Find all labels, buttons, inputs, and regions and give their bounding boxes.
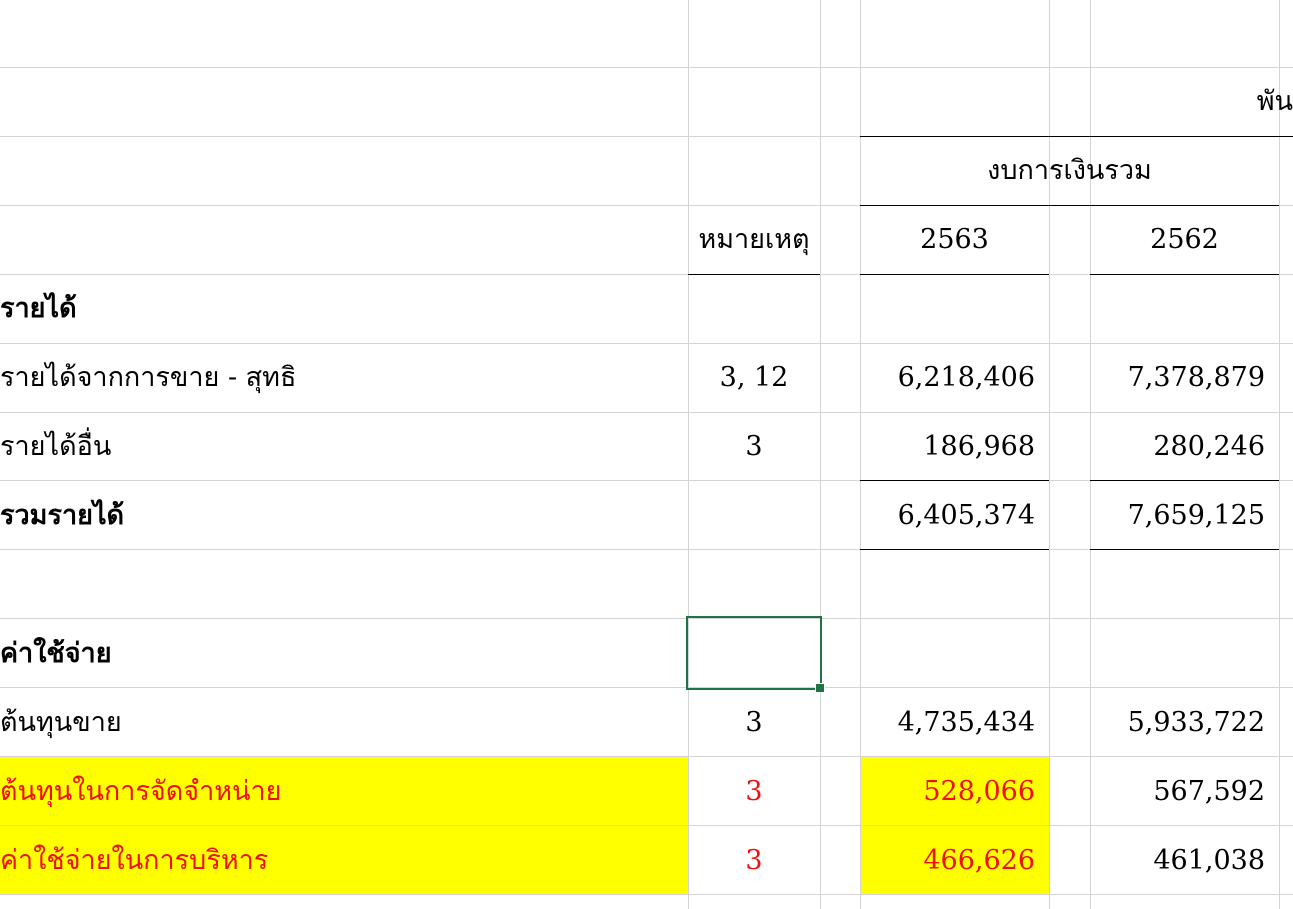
row-prior-cell[interactable]: 567,592 xyxy=(1090,758,1265,826)
row-label-cell[interactable]: ต้นทุนขาย xyxy=(0,689,680,757)
row-current-cell[interactable] xyxy=(860,275,1035,343)
row-prior-cell[interactable]: 5,933,722 xyxy=(1090,689,1265,757)
grid-hline xyxy=(0,67,1293,68)
row-note-cell[interactable]: 3 xyxy=(688,413,820,481)
row-label-cell[interactable]: ต้นทุนในการจัดจำหน่าย xyxy=(0,758,680,826)
row-label-cell[interactable]: ค่าใช้จ่ายในการบริหาร xyxy=(0,827,680,895)
row-note-cell[interactable]: 3, 12 xyxy=(688,344,820,412)
row-label-cell[interactable]: รายได้จากการขาย - สุทธิ xyxy=(0,344,680,412)
row-label-cell[interactable]: รวมรายได้ xyxy=(0,482,680,550)
row-prior-cell[interactable]: 280,246 xyxy=(1090,413,1265,481)
row-note-cell[interactable] xyxy=(688,275,820,343)
row-note-cell[interactable]: 3 xyxy=(688,758,820,826)
row-note-cell[interactable] xyxy=(688,482,820,550)
spreadsheet-grid[interactable]: พัน งบการเงินรวม หมายเหตุ 2563 2562 รายไ… xyxy=(0,0,1293,909)
row-note-cell[interactable]: 3 xyxy=(688,827,820,895)
row-prior-cell[interactable]: 7,659,125 xyxy=(1090,482,1265,550)
unit-label-cell[interactable]: พัน xyxy=(1150,68,1293,136)
row-label-cell[interactable]: ค่าใช้จ่าย xyxy=(0,620,680,688)
year-current-header[interactable]: 2563 xyxy=(860,206,1049,274)
row-label-cell[interactable]: รายได้ xyxy=(0,275,680,343)
row-current-cell[interactable]: 528,066 xyxy=(860,758,1035,826)
row-current-cell[interactable]: 466,626 xyxy=(860,827,1035,895)
row-current-cell[interactable] xyxy=(860,620,1035,688)
row-prior-cell[interactable]: 461,038 xyxy=(1090,827,1265,895)
row-current-cell[interactable] xyxy=(860,551,1035,619)
row-note-cell[interactable] xyxy=(688,551,820,619)
row-label-cell[interactable]: รายได้อื่น xyxy=(0,413,680,481)
row-prior-cell[interactable] xyxy=(1090,620,1265,688)
note-header-cell[interactable]: หมายเหตุ xyxy=(688,206,820,274)
active-cell-selection[interactable] xyxy=(686,616,822,690)
fill-handle[interactable] xyxy=(815,683,825,693)
group-header-cell[interactable]: งบการเงินรวม xyxy=(860,137,1279,205)
row-current-cell[interactable]: 4,735,434 xyxy=(860,689,1035,757)
row-current-cell[interactable]: 6,218,406 xyxy=(860,344,1035,412)
row-label-cell[interactable] xyxy=(0,551,680,619)
row-current-cell[interactable]: 6,405,374 xyxy=(860,482,1035,550)
year-prior-header[interactable]: 2562 xyxy=(1090,206,1279,274)
row-prior-cell[interactable] xyxy=(1090,275,1265,343)
row-prior-cell[interactable] xyxy=(1090,551,1265,619)
row-prior-cell[interactable]: 7,378,879 xyxy=(1090,344,1265,412)
row-current-cell[interactable]: 186,968 xyxy=(860,413,1035,481)
row-note-cell[interactable]: 3 xyxy=(688,689,820,757)
